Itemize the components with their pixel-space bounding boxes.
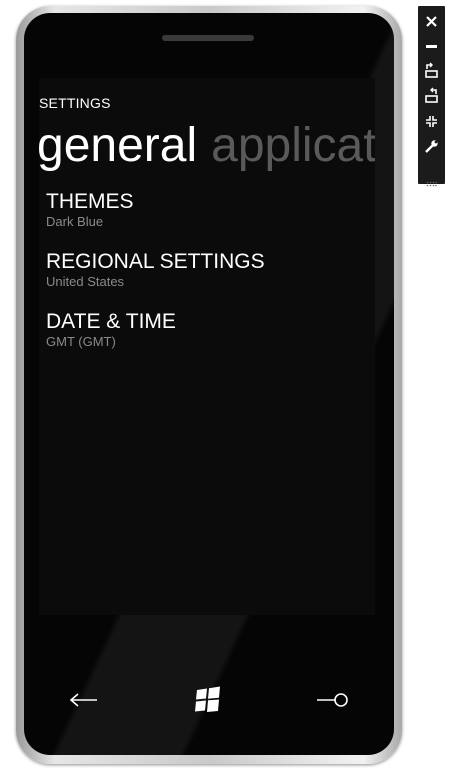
pivot-tab-general[interactable]: general bbox=[39, 118, 197, 174]
back-arrow-icon bbox=[69, 693, 97, 707]
start-button[interactable] bbox=[188, 684, 228, 716]
settings-item-date-time[interactable]: DATE & TIME GMT (GMT) bbox=[46, 309, 366, 369]
pivot-tab-applications[interactable]: applicat bbox=[211, 118, 375, 174]
search-button[interactable] bbox=[313, 684, 353, 716]
tools-button[interactable] bbox=[422, 137, 441, 156]
rotate-right-icon bbox=[425, 87, 438, 103]
settings-item-title: DATE & TIME bbox=[46, 310, 176, 333]
search-icon bbox=[317, 693, 348, 707]
earpiece-speaker bbox=[162, 35, 254, 41]
phone-screen: SETTINGS general applicat THEMES Dark Blu… bbox=[39, 78, 375, 615]
tools-wrench-icon bbox=[425, 140, 438, 153]
close-icon bbox=[426, 16, 437, 27]
settings-item-regional-settings[interactable]: REGIONAL SETTINGS United States bbox=[46, 249, 366, 309]
settings-list: THEMES Dark Blue REGIONAL SETTINGS Unite… bbox=[46, 189, 366, 369]
settings-item-value: United States bbox=[46, 274, 125, 289]
fit-to-screen-icon bbox=[426, 116, 437, 127]
minimize-button[interactable] bbox=[422, 37, 441, 56]
close-button[interactable] bbox=[422, 12, 441, 31]
grip-dots-icon bbox=[426, 181, 437, 187]
fit-to-screen-button[interactable] bbox=[422, 112, 441, 131]
rotate-right-button[interactable] bbox=[422, 87, 441, 106]
settings-item-value: GMT (GMT) bbox=[46, 334, 116, 349]
app-title: SETTINGS bbox=[39, 95, 111, 111]
settings-item-title: THEMES bbox=[46, 190, 134, 213]
settings-item-title: REGIONAL SETTINGS bbox=[46, 250, 265, 273]
settings-item-themes[interactable]: THEMES Dark Blue bbox=[46, 189, 366, 249]
minimize-icon bbox=[426, 45, 437, 48]
emulator-toolbar bbox=[418, 6, 445, 187]
windows-logo-icon bbox=[195, 686, 220, 712]
settings-item-value: Dark Blue bbox=[46, 214, 104, 229]
toolbar-drag-grip[interactable] bbox=[426, 174, 437, 187]
pivot-headers: general applicat bbox=[39, 118, 375, 174]
back-button[interactable] bbox=[63, 684, 103, 716]
rotate-left-button[interactable] bbox=[422, 62, 441, 81]
rotate-left-icon bbox=[425, 62, 438, 78]
